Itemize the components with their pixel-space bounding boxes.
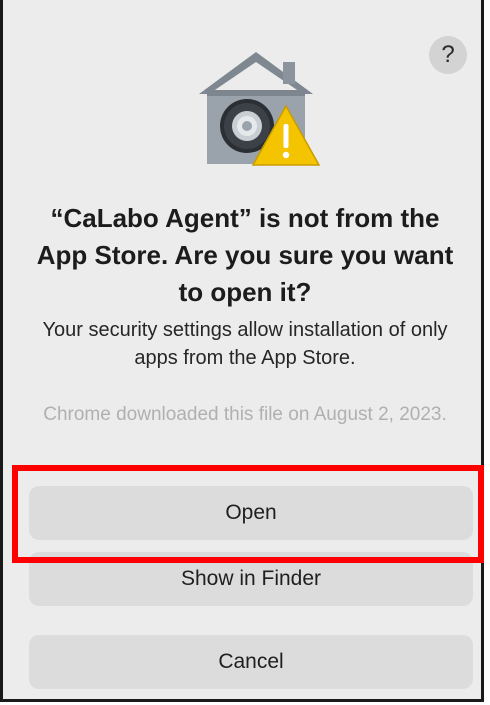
cancel-button[interactable]: Cancel xyxy=(29,635,473,689)
dialog-message: Your security settings allow installatio… xyxy=(42,319,448,369)
security-dialog: ? “CaLabo Agent” is not from the App Sto… xyxy=(0,0,484,702)
show-in-finder-button[interactable]: Show in Finder xyxy=(29,552,473,606)
dialog-title: “CaLabo Agent” is not from the App Store… xyxy=(36,203,454,307)
open-button[interactable]: Open xyxy=(29,486,473,540)
gatekeeper-icon xyxy=(191,48,321,168)
download-note: Chrome downloaded this file on August 2,… xyxy=(43,404,447,425)
help-button[interactable]: ? xyxy=(429,36,467,74)
